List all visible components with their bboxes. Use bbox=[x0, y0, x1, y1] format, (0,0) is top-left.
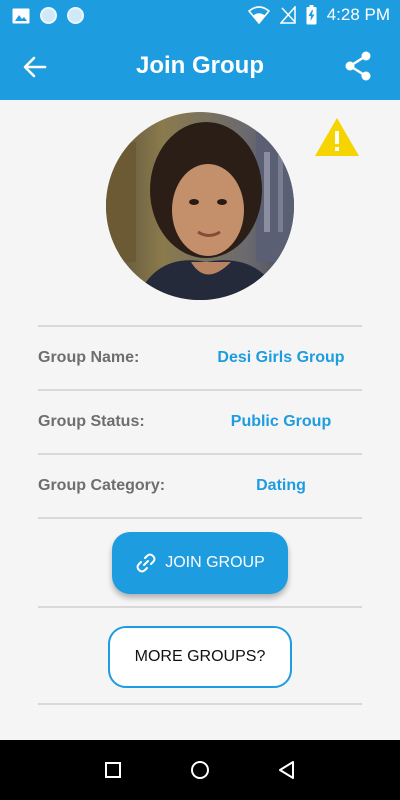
warning-icon[interactable] bbox=[314, 116, 360, 158]
system-nav-bar bbox=[0, 740, 400, 800]
group-avatar bbox=[106, 112, 294, 300]
group-name-label: Group Name: bbox=[38, 349, 140, 366]
recents-square-icon[interactable] bbox=[103, 760, 123, 780]
app-bar: Join Group bbox=[0, 32, 400, 100]
more-groups-label: MORE GROUPS? bbox=[134, 648, 266, 665]
battery-charging-icon bbox=[306, 5, 317, 25]
status-bar: 4:28 PM bbox=[0, 0, 400, 32]
group-status-label: Group Status: bbox=[38, 413, 145, 430]
divider bbox=[38, 453, 362, 455]
wifi-icon bbox=[247, 6, 270, 24]
status-bar-system: 4:28 PM bbox=[247, 5, 390, 25]
notification-dot-icon bbox=[67, 7, 84, 24]
status-time: 4:28 PM bbox=[326, 5, 390, 24]
group-category-label: Group Category: bbox=[38, 477, 166, 494]
home-circle-icon[interactable] bbox=[190, 760, 210, 780]
join-group-button[interactable]: JOIN GROUP bbox=[112, 532, 288, 594]
divider bbox=[38, 325, 362, 327]
back-triangle-icon[interactable] bbox=[277, 760, 297, 780]
join-group-label: JOIN GROUP bbox=[165, 554, 265, 571]
group-category-value: Dating bbox=[256, 477, 306, 494]
divider bbox=[38, 517, 362, 519]
signal-off-icon bbox=[279, 6, 296, 24]
page-title: Join Group bbox=[136, 52, 264, 79]
divider bbox=[38, 606, 362, 608]
image-icon bbox=[12, 8, 30, 23]
group-status-value: Public Group bbox=[230, 413, 332, 430]
share-icon[interactable] bbox=[342, 50, 374, 82]
divider bbox=[38, 703, 362, 705]
status-bar-notifications bbox=[12, 7, 84, 24]
group-avatar-photo bbox=[106, 112, 294, 300]
notification-dot-icon bbox=[40, 7, 57, 24]
link-icon bbox=[136, 553, 156, 573]
more-groups-button[interactable]: MORE GROUPS? bbox=[108, 626, 292, 688]
group-name-value: Desi Girls Group bbox=[217, 349, 345, 366]
divider bbox=[38, 389, 362, 391]
